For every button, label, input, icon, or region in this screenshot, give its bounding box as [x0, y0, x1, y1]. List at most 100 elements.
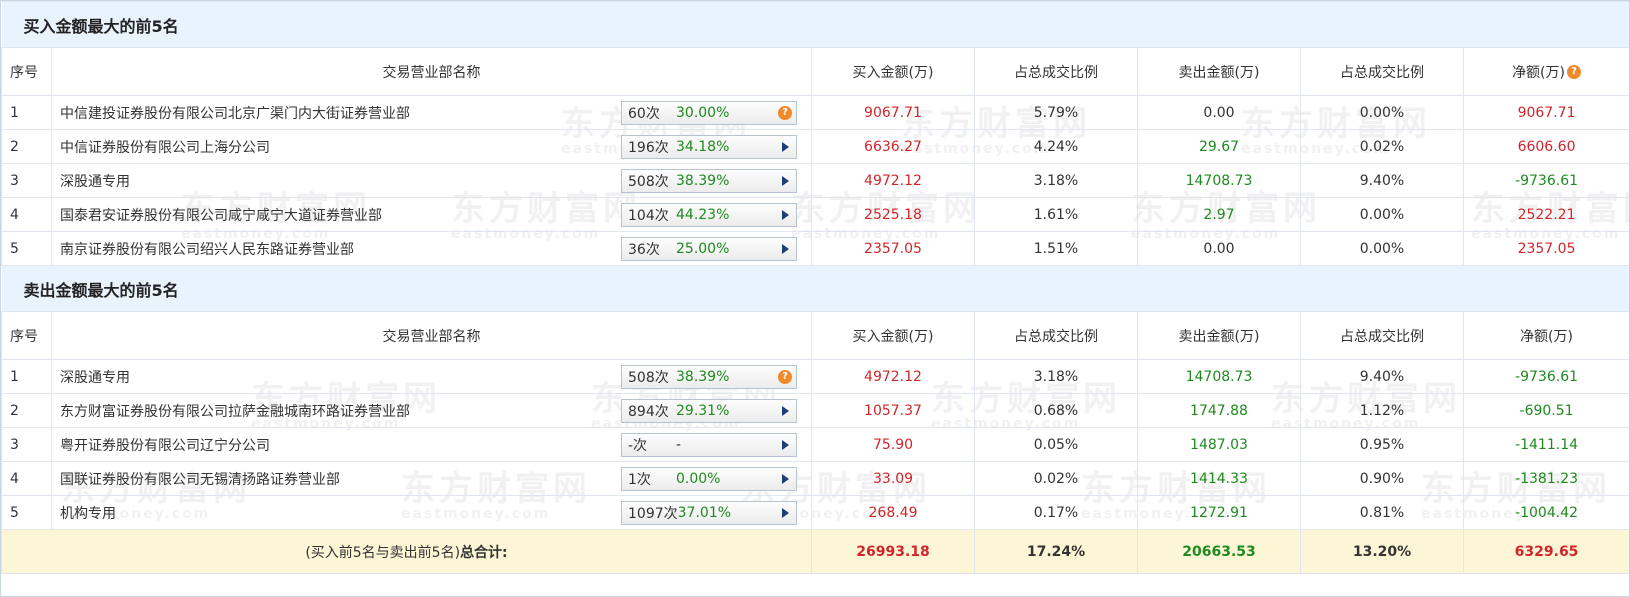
broker-name[interactable]: 粤开证券股份有限公司辽宁分公司 [60, 435, 270, 455]
row-name-cell: 国泰君安证券股份有限公司咸宁咸宁大道证券营业部 104次 44.23% [51, 197, 812, 232]
listing-count: 104次 [628, 207, 669, 224]
row-buy-ratio: 1.61% [974, 197, 1138, 232]
history-stat-button[interactable]: 60次 30.00%? [621, 100, 797, 125]
row-seq: 4 [1, 197, 52, 232]
play-icon [781, 473, 789, 484]
row-buy-ratio: 0.17% [974, 495, 1138, 530]
buy-section-title: 买入金额最大的前5名 [1, 1, 1629, 48]
broker-name[interactable]: 东方财富证券股份有限公司拉萨金融城南环路证券营业部 [60, 401, 410, 421]
row-seq: 3 [1, 427, 52, 462]
buy-section-title-row: 买入金额最大的前5名 [1, 1, 1629, 48]
expand-button[interactable] [774, 175, 796, 186]
col-seq: 序号 [1, 47, 52, 96]
row-buy: 2357.05 [811, 231, 975, 266]
broker-name[interactable]: 中信证券股份有限公司上海分公司 [60, 137, 270, 157]
row-seq: 1 [1, 359, 52, 394]
row-name-cell: 东方财富证券股份有限公司拉萨金融城南环路证券营业部 894次 29.31% [51, 393, 812, 428]
row-sell: 2.97 [1137, 197, 1301, 232]
broker-name[interactable]: 深股通专用 [60, 171, 130, 191]
col-seq: 序号 [1, 311, 52, 360]
play-icon [781, 405, 789, 416]
row-sell: 0.00 [1137, 231, 1301, 266]
row-buy-ratio: 5.79% [974, 95, 1138, 130]
broker-name[interactable]: 南京证券股份有限公司绍兴人民东路证券营业部 [60, 239, 354, 259]
row-sell-ratio: 0.81% [1300, 495, 1464, 530]
row-sell-ratio: 0.00% [1300, 95, 1464, 130]
expand-button[interactable] [774, 473, 796, 484]
row-seq: 4 [1, 461, 52, 496]
history-stat-button[interactable]: 894次 29.31% [621, 398, 797, 423]
row-sell: 1747.88 [1137, 393, 1301, 428]
table-row: 4 国泰君安证券股份有限公司咸宁咸宁大道证券营业部 104次 44.23% 2525.1… [1, 197, 1629, 232]
success-rate: 25.00% [676, 240, 730, 257]
total-net: 6329.65 [1462, 529, 1629, 574]
play-icon [781, 175, 789, 186]
history-stat-button[interactable]: -次 - [621, 432, 797, 457]
row-sell-ratio: 0.90% [1300, 461, 1464, 496]
row-sell: 1272.91 [1137, 495, 1301, 530]
expand-button[interactable] [774, 243, 796, 254]
broker-name[interactable]: 机构专用 [60, 503, 116, 523]
expand-button[interactable] [774, 405, 796, 416]
col-name: 交易营业部名称 [51, 311, 812, 360]
success-rate: 38.39% [676, 368, 730, 385]
row-sell: 14708.73 [1137, 163, 1301, 198]
row-sell: 1487.03 [1137, 427, 1301, 462]
question-icon[interactable]: ? [778, 105, 792, 120]
table-row: 1 深股通专用 508次 38.39%? 4972.12 3.18% 14708.73 9.4… [1, 359, 1629, 394]
table-row: 3 深股通专用 508次 38.39% 4972.12 3.18% 14708.73 9.40… [1, 163, 1629, 198]
expand-button[interactable]: ? [774, 369, 796, 384]
history-stat-button[interactable]: 1097次 37.01% [621, 500, 797, 525]
broker-name[interactable]: 国联证券股份有限公司无锡清扬路证券营业部 [60, 469, 340, 489]
history-stat-button[interactable]: 196次 34.18% [621, 134, 797, 159]
col-buy-ratio: 占总成交比例 [974, 47, 1138, 96]
broker-name[interactable]: 国泰君安证券股份有限公司咸宁咸宁大道证券营业部 [60, 205, 382, 225]
row-net: -1004.42 [1462, 495, 1629, 530]
row-name-cell: 南京证券股份有限公司绍兴人民东路证券营业部 36次 25.00% [51, 231, 812, 266]
play-icon [781, 243, 789, 254]
history-stat-button[interactable]: 508次 38.39% [621, 168, 797, 193]
question-icon[interactable]: ? [778, 369, 792, 384]
row-seq: 3 [1, 163, 52, 198]
success-rate: 37.01% [677, 504, 732, 521]
row-seq: 2 [1, 393, 52, 428]
row-sell-ratio: 0.95% [1300, 427, 1464, 462]
row-name-cell: 粤开证券股份有限公司辽宁分公司 -次 - [51, 427, 812, 462]
row-name-cell: 深股通专用 508次 38.39%? [51, 359, 812, 394]
history-stat-button[interactable]: 104次 44.23% [621, 202, 797, 227]
row-sell-ratio: 9.40% [1300, 359, 1464, 394]
history-stat-button[interactable]: 1次 0.00% [621, 466, 797, 491]
success-rate: 38.39% [676, 172, 730, 189]
row-net: 6606.60 [1462, 129, 1629, 164]
listing-count: 894次 [628, 403, 669, 420]
billboard-table: 买入金额最大的前5名 序号 交易营业部名称 买入金额(万) 占总成交比例 卖出金… [1, 1, 1629, 574]
col-sell-ratio: 占总成交比例 [1300, 311, 1464, 360]
row-buy-ratio: 0.05% [974, 427, 1138, 462]
expand-button[interactable] [774, 209, 796, 220]
expand-button[interactable] [774, 141, 796, 152]
row-seq: 5 [1, 231, 52, 266]
expand-button[interactable] [774, 507, 796, 518]
row-buy: 4972.12 [811, 359, 975, 394]
history-stat-button[interactable]: 36次 25.00% [621, 236, 797, 261]
row-sell: 1414.33 [1137, 461, 1301, 496]
row-buy: 1057.37 [811, 393, 975, 428]
broker-name[interactable]: 中信建投证券股份有限公司北京广渠门内大街证券营业部 [60, 103, 410, 123]
success-rate: 30.00% [676, 104, 730, 121]
row-sell-ratio: 0.00% [1300, 197, 1464, 232]
success-rate: 34.18% [676, 138, 730, 155]
total-sell: 20663.53 [1137, 529, 1301, 574]
expand-button[interactable] [774, 439, 796, 450]
table-row: 2 东方财富证券股份有限公司拉萨金融城南环路证券营业部 894次 29.31% 1057… [1, 393, 1629, 428]
broker-name[interactable]: 深股通专用 [60, 367, 130, 387]
col-sell: 卖出金额(万) [1137, 311, 1301, 360]
row-buy-ratio: 4.24% [974, 129, 1138, 164]
row-sell-ratio: 9.40% [1300, 163, 1464, 198]
question-icon[interactable]: ? [1567, 64, 1581, 79]
history-stat-button[interactable]: 508次 38.39%? [621, 364, 797, 389]
expand-button[interactable]: ? [774, 105, 796, 120]
listing-count: 60次 [628, 105, 660, 122]
row-buy-ratio: 1.51% [974, 231, 1138, 266]
row-buy-ratio: 0.02% [974, 461, 1138, 496]
row-sell-ratio: 0.02% [1300, 129, 1464, 164]
